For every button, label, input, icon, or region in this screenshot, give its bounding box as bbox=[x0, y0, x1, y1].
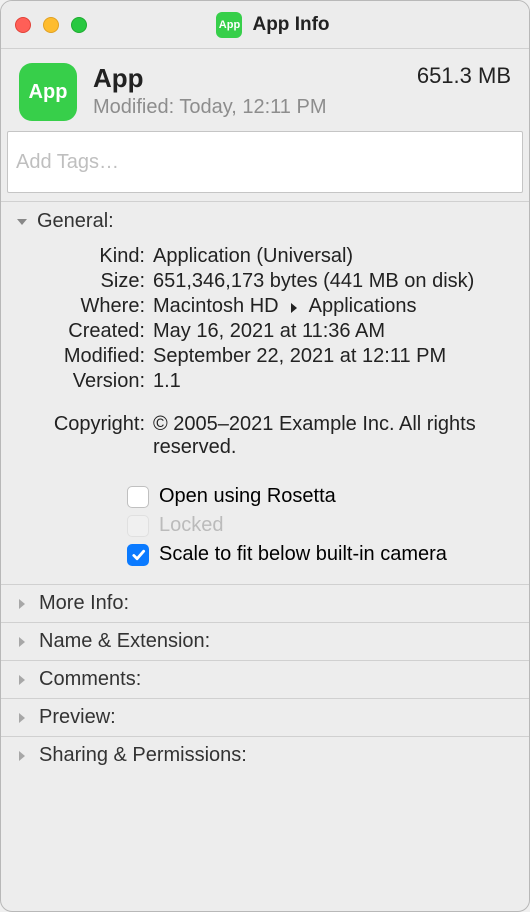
path-separator-icon bbox=[290, 296, 298, 319]
section-general: General: Kind: Application (Universal) S… bbox=[1, 201, 529, 584]
chevron-right-icon bbox=[15, 597, 29, 611]
scale-checkbox[interactable] bbox=[127, 544, 149, 566]
general-details: Kind: Application (Universal) Size: 651,… bbox=[1, 241, 529, 584]
size-value: 651,346,173 bytes (441 MB on disk) bbox=[153, 270, 511, 293]
copyright-value: © 2005–2021 Example Inc. All rights rese… bbox=[153, 413, 511, 459]
name-ext-title: Name & Extension: bbox=[39, 630, 210, 653]
chevron-right-icon bbox=[15, 711, 29, 725]
zoom-button[interactable] bbox=[71, 17, 87, 33]
more-info-title: More Info: bbox=[39, 592, 129, 615]
where-part-1: Macintosh HD bbox=[153, 295, 279, 317]
rosetta-checkbox[interactable] bbox=[127, 486, 149, 508]
titlebar: App App Info bbox=[1, 1, 529, 49]
chevron-right-icon bbox=[15, 673, 29, 687]
kind-value: Application (Universal) bbox=[153, 245, 511, 268]
icon-label: App bbox=[29, 81, 68, 104]
app-icon-small: App bbox=[216, 12, 242, 38]
header-center: App Modified: Today, 12:11 PM bbox=[93, 63, 401, 119]
version-label: Version: bbox=[19, 370, 145, 393]
traffic-lights bbox=[15, 17, 87, 33]
modified-label: Modified: bbox=[93, 96, 174, 118]
info-window: App App Info App App Modified: Today, 12… bbox=[0, 0, 530, 912]
created-label: Created: bbox=[19, 320, 145, 343]
app-name: App bbox=[93, 63, 401, 94]
locked-checkbox bbox=[127, 515, 149, 537]
version-value: 1.1 bbox=[153, 370, 511, 393]
minimize-button[interactable] bbox=[43, 17, 59, 33]
modified-summary: Modified: Today, 12:11 PM bbox=[93, 96, 401, 119]
created-value: May 16, 2021 at 11:36 AM bbox=[153, 320, 511, 343]
section-more-info[interactable]: More Info: bbox=[1, 584, 529, 622]
header: App App Modified: Today, 12:11 PM 651.3 … bbox=[1, 49, 529, 131]
section-preview[interactable]: Preview: bbox=[1, 698, 529, 736]
general-title: General: bbox=[37, 210, 114, 233]
general-header[interactable]: General: bbox=[1, 202, 529, 241]
modified-detail-label: Modified: bbox=[19, 345, 145, 368]
section-comments[interactable]: Comments: bbox=[1, 660, 529, 698]
rosetta-label: Open using Rosetta bbox=[159, 485, 336, 508]
tags-input[interactable] bbox=[7, 131, 523, 193]
chevron-down-icon bbox=[15, 215, 29, 229]
sharing-title: Sharing & Permissions: bbox=[39, 744, 247, 767]
icon-label-small: App bbox=[219, 19, 240, 31]
where-value: Macintosh HD Applications bbox=[153, 295, 511, 318]
modified-value: Today, 12:11 PM bbox=[179, 96, 326, 118]
file-size: 651.3 MB bbox=[417, 63, 511, 89]
locked-row: Locked bbox=[127, 514, 511, 537]
where-part-2: Applications bbox=[309, 295, 417, 317]
chevron-right-icon bbox=[15, 635, 29, 649]
section-name-extension[interactable]: Name & Extension: bbox=[1, 622, 529, 660]
tags-wrap bbox=[1, 131, 529, 193]
section-sharing-permissions[interactable]: Sharing & Permissions: bbox=[1, 736, 529, 774]
title-center: App App Info bbox=[87, 12, 459, 38]
chevron-right-icon bbox=[15, 749, 29, 763]
locked-label: Locked bbox=[159, 514, 224, 537]
window-title: App Info bbox=[252, 14, 329, 36]
app-icon: App bbox=[19, 63, 77, 121]
comments-title: Comments: bbox=[39, 668, 141, 691]
size-label: Size: bbox=[19, 270, 145, 293]
scale-label: Scale to fit below built-in camera bbox=[159, 543, 447, 566]
close-button[interactable] bbox=[15, 17, 31, 33]
modified-detail-value: September 22, 2021 at 12:11 PM bbox=[153, 345, 511, 368]
where-label: Where: bbox=[19, 295, 145, 318]
kind-label: Kind: bbox=[19, 245, 145, 268]
preview-title: Preview: bbox=[39, 706, 116, 729]
scale-row: Scale to fit below built-in camera bbox=[127, 543, 511, 566]
copyright-label: Copyright: bbox=[19, 413, 145, 436]
rosetta-row: Open using Rosetta bbox=[127, 485, 511, 508]
